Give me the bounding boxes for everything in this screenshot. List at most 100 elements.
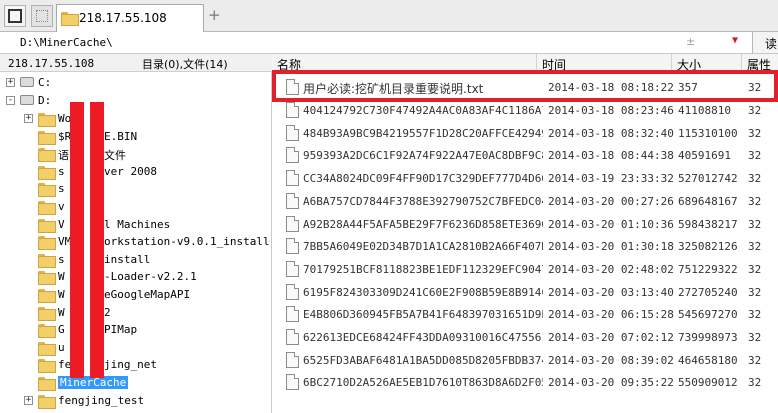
file-row[interactable]: 6BC2710D2A526AE5EB1D7610T863D8A6D2F05...…: [272, 371, 778, 393]
path-input[interactable]: D:\MinerCache\: [20, 36, 113, 49]
file-row[interactable]: A6BA757CD7844F3788E392790752C7BFEDC04...…: [272, 190, 778, 212]
file-row[interactable]: 用户必读:挖矿机目录重要说明.txt 2014-03-18 08:18:22 357…: [272, 76, 778, 98]
file-time: 2014-03-18 08:44:38: [548, 149, 674, 163]
tree-item[interactable]: + C:: [0, 74, 271, 91]
file-size: 115310100: [678, 126, 738, 140]
left-panel-header: 218.17.55.108 目录(0),文件(14): [0, 54, 272, 72]
column-time[interactable]: 时间: [537, 54, 672, 73]
file-row[interactable]: 7BB5A6049E02D34B7D1A1CA2810B2A66F407D...…: [272, 235, 778, 257]
file-name: CC34A8024DC09F4FF90D17C329DEF777D4D66...: [303, 172, 543, 186]
tree-item[interactable]: MinerCache: [0, 374, 271, 391]
add-tab-button[interactable]: +: [208, 6, 221, 24]
file-size: 40591691: [678, 149, 731, 163]
file-icon: [286, 329, 299, 345]
expand-icon[interactable]: +: [24, 114, 33, 123]
file-time: 2014-03-18 08:23:46: [548, 104, 674, 117]
tree-item[interactable]: s install: [0, 251, 271, 268]
column-name[interactable]: 名称: [272, 54, 537, 73]
panel-icon: [8, 9, 22, 23]
tree-item-label: v: [58, 200, 65, 213]
tree-item[interactable]: u: [0, 339, 271, 356]
folder-icon: [38, 306, 56, 321]
tree-item[interactable]: fe jing_net: [0, 356, 271, 374]
file-attr: 32: [748, 194, 762, 208]
file-row[interactable]: 6525FD3ABAF6481A1BA5DD085D8205FBDB374...…: [272, 349, 778, 371]
file-icon: [286, 124, 299, 141]
folder-icon: [38, 218, 56, 233]
file-name: A6BA757CD7844F3788E392790752C7BFEDC04...: [303, 194, 543, 208]
tree-item[interactable]: $R E.BIN: [0, 128, 271, 145]
file-row[interactable]: 6195F824303309D241C60E2F908B59E8B914C...…: [272, 281, 778, 303]
folder-icon: [38, 201, 56, 215]
tree-item[interactable]: s ver 2008: [0, 163, 271, 180]
file-list: 用户必读:挖矿机目录重要说明.txt 2014-03-18 08:18:22 357…: [272, 73, 778, 413]
file-size: 41108810: [678, 104, 731, 117]
file-name: 404124792C730F47492A4AC0A83AF4C1186A7...: [303, 104, 543, 117]
file-time: 2014-03-20 06:15:28: [548, 308, 674, 322]
tree-item[interactable]: W2: [0, 304, 271, 321]
file-name: 484B93A9BC9B4219557F1D28C20AFFCE42949...: [303, 126, 543, 140]
file-name: 6BC2710D2A526AE5EB1D7610T863D8A6D2F05...: [303, 376, 543, 390]
collapse-icon[interactable]: -: [6, 96, 15, 105]
tree-item[interactable]: v: [0, 198, 271, 215]
read-button[interactable]: 读: [752, 32, 778, 53]
folder-icon: [38, 341, 56, 356]
chevron-down-icon[interactable]: ▼: [732, 35, 738, 46]
file-attr: 32: [748, 126, 762, 140]
tree-item-label-suffix: l Machines: [104, 217, 171, 231]
tree-item-label: W: [58, 305, 65, 319]
panel-toggle-button[interactable]: [4, 5, 26, 27]
tab-bar: 218.17.55.108 +: [0, 0, 778, 32]
tree-item[interactable]: W -Loader-v2.2.1: [0, 268, 271, 286]
file-icon: [286, 260, 299, 277]
tree-item[interactable]: 语 文件: [0, 145, 271, 163]
column-attr[interactable]: 属性: [742, 54, 778, 73]
folder-icon: [38, 148, 56, 163]
file-attr: 32: [748, 172, 762, 186]
file-row[interactable]: 484B93A9BC9B4219557F1D28C20AFFCE42949...…: [272, 122, 778, 144]
tree-item[interactable]: WeGoogleMapAPI: [0, 286, 271, 303]
tree-item[interactable]: - D:: [0, 92, 271, 109]
expand-icon[interactable]: +: [6, 78, 15, 87]
file-row[interactable]: CC34A8024DC09F4FF90D17C329DEF777D4D66...…: [272, 167, 778, 189]
tree-item-label: V: [58, 217, 65, 231]
file-row[interactable]: 959393A2DC6C1F92A74F922A47E0AC8DBF9C8...…: [272, 144, 778, 166]
folder-tree[interactable]: + C: - D: + Wo $R E.BIN 语文件 s ver 2008 s v Vl Machine…: [0, 72, 272, 413]
file-row[interactable]: 622613EDCE68424FF43DDA09310016C475561...…: [272, 326, 778, 348]
address-bar: D:\MinerCache\ ± ▼ 读: [0, 32, 778, 54]
tree-item-label-suffix: -Loader-v2.2.1: [104, 270, 197, 284]
folder-icon: [38, 271, 56, 286]
folder-icon: [38, 236, 56, 251]
folder-icon: [61, 12, 79, 26]
folder-icon: [38, 359, 56, 374]
new-window-button[interactable]: [31, 5, 53, 27]
tree-item[interactable]: VM orkstation-v9.0.1_install: [0, 233, 271, 251]
file-size: 325082126: [678, 240, 738, 254]
folder-icon: [38, 165, 56, 180]
file-row[interactable]: 70179251BCF8118823BE1EDF112329EFC9047...…: [272, 258, 778, 280]
folder-icon: [38, 253, 56, 268]
file-row[interactable]: 404124792C730F47492A4AC0A83AF4C1186A7...…: [272, 99, 778, 121]
file-icon: [286, 238, 299, 255]
expand-icon[interactable]: +: [24, 395, 33, 405]
tree-item[interactable]: + fengjing_test: [0, 392, 271, 409]
file-attr: 32: [748, 353, 762, 367]
file-time: 2014-03-18 08:32:40: [548, 126, 674, 140]
file-name: 6525FD3ABAF6481A1BA5DD085D8205FBDB374...: [303, 353, 543, 367]
file-row[interactable]: A92B28A44F5AFA5BE29F7F6236D858ETE36900..…: [272, 213, 778, 235]
column-size[interactable]: 大小: [672, 54, 742, 73]
tree-item[interactable]: Vl Machines: [0, 216, 271, 233]
tree-item[interactable]: G PIMap: [0, 321, 271, 339]
file-attr: 32: [748, 240, 762, 254]
file-name: 7BB5A6049E02D34B7D1A1CA2810B2A66F407D...: [303, 240, 543, 254]
plus-minus-icon[interactable]: ±: [686, 35, 695, 48]
tree-item-label: u: [58, 340, 65, 354]
file-row[interactable]: E4B806D360945FB5A7B41F648397031651D9E...…: [272, 303, 778, 325]
tree-item[interactable]: + Wo: [0, 110, 271, 127]
tree-item[interactable]: s: [0, 180, 271, 198]
file-icon: [286, 147, 299, 164]
folder-icon: [38, 324, 56, 339]
tab-remote-host[interactable]: 218.17.55.108: [56, 4, 204, 32]
file-size: 689648167: [678, 194, 738, 208]
file-time: 2014-03-20 03:13:40: [548, 285, 674, 299]
